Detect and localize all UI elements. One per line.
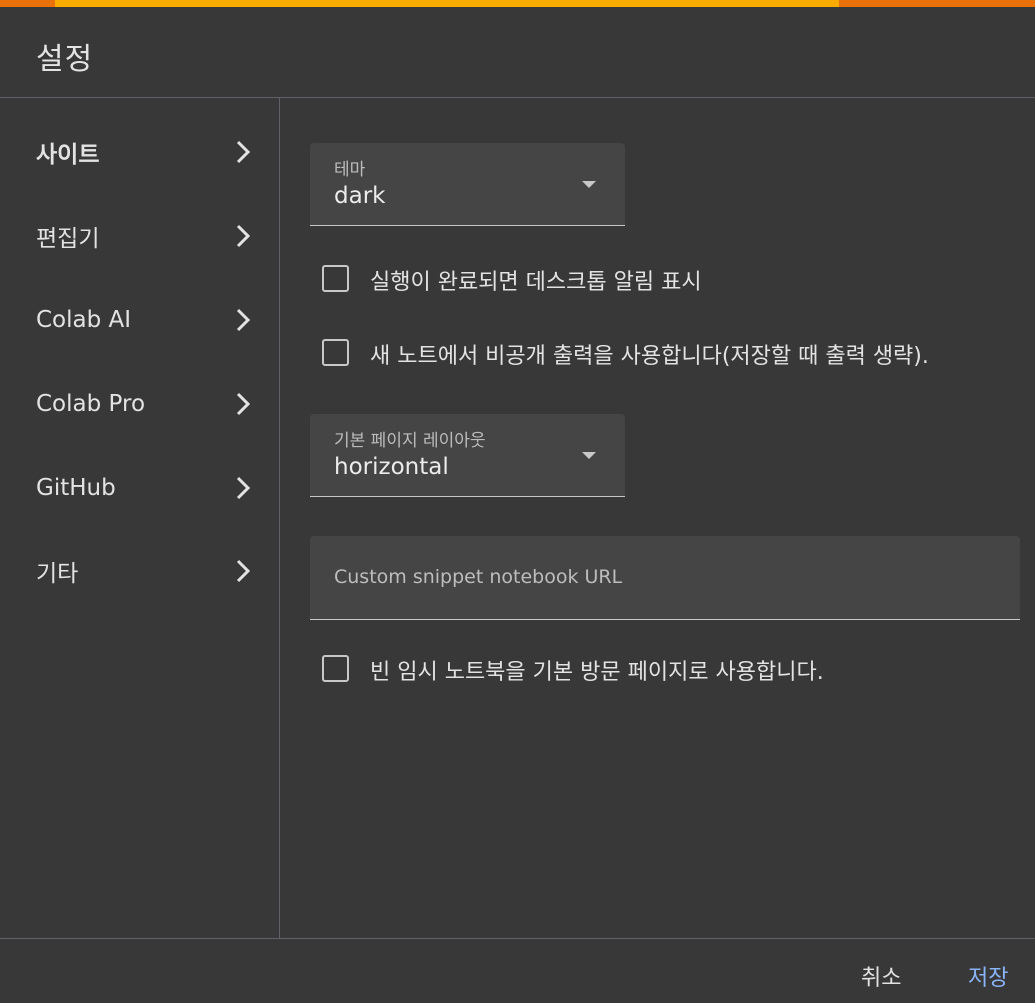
sidebar-item-label: Colab Pro: [36, 391, 146, 417]
sidebar-item-label: 기타: [36, 561, 79, 587]
progress-bar: [0, 0, 1035, 7]
sidebar-item-site[interactable]: 사이트: [0, 124, 279, 180]
scratch-landing-checkbox[interactable]: [322, 655, 349, 682]
chevron-right-icon: [236, 392, 251, 416]
private-outputs-label: 새 노트에서 비공개 출력을 사용합니다(저장할 때 출력 생략).: [370, 344, 929, 369]
dialog-title: 설정: [36, 42, 94, 77]
scratch-landing-label: 빈 임시 노트북을 기본 방문 페이지로 사용합니다.: [370, 660, 824, 685]
theme-select[interactable]: 테마 dark: [310, 143, 625, 226]
progress-bar-fill: [55, 0, 839, 7]
sidebar-item-github[interactable]: GitHub: [0, 460, 279, 516]
settings-sidebar: 사이트 편집기 Colab AI Colab Pro GitHub 기타: [0, 98, 280, 938]
sidebar-item-colab-ai[interactable]: Colab AI: [0, 292, 279, 348]
desktop-notification-label: 실행이 완료되면 데스크톱 알림 표시: [370, 270, 702, 295]
theme-select-value: dark: [334, 183, 386, 209]
footer-divider: [0, 938, 1035, 939]
page-layout-select-label: 기본 페이지 레이아웃: [334, 431, 486, 451]
chevron-right-icon: [236, 476, 251, 500]
desktop-notification-checkbox[interactable]: [322, 265, 349, 292]
sidebar-item-label: GitHub: [36, 475, 116, 501]
chevron-right-icon: [236, 224, 251, 248]
settings-dialog: 설정 사이트 편집기 Colab AI Colab Pro GitHub 기타: [0, 0, 1035, 1003]
sidebar-item-label: Colab AI: [36, 307, 132, 333]
save-button[interactable]: 저장: [968, 960, 1008, 992]
page-layout-select[interactable]: 기본 페이지 레이아웃 horizontal: [310, 414, 625, 497]
sidebar-item-colab-pro[interactable]: Colab Pro: [0, 376, 279, 432]
snippet-url-input[interactable]: [334, 562, 994, 592]
chevron-right-icon: [236, 308, 251, 332]
page-layout-select-value: horizontal: [334, 454, 449, 480]
sidebar-item-misc[interactable]: 기타: [0, 543, 279, 599]
sidebar-item-editor[interactable]: 편집기: [0, 208, 279, 264]
snippet-url-field[interactable]: [310, 536, 1020, 620]
settings-panel-site: 테마 dark 실행이 완료되면 데스크톱 알림 표시 새 노트에서 비공개 출…: [280, 98, 1035, 938]
cancel-button[interactable]: 취소: [861, 960, 901, 992]
sidebar-item-label: 편집기: [36, 226, 100, 252]
private-outputs-checkbox[interactable]: [322, 339, 349, 366]
dropdown-arrow-icon: [582, 452, 596, 459]
theme-select-label: 테마: [334, 160, 366, 180]
dropdown-arrow-icon: [582, 181, 596, 188]
chevron-right-icon: [236, 140, 251, 164]
sidebar-item-label: 사이트: [36, 142, 100, 168]
chevron-right-icon: [236, 559, 251, 583]
